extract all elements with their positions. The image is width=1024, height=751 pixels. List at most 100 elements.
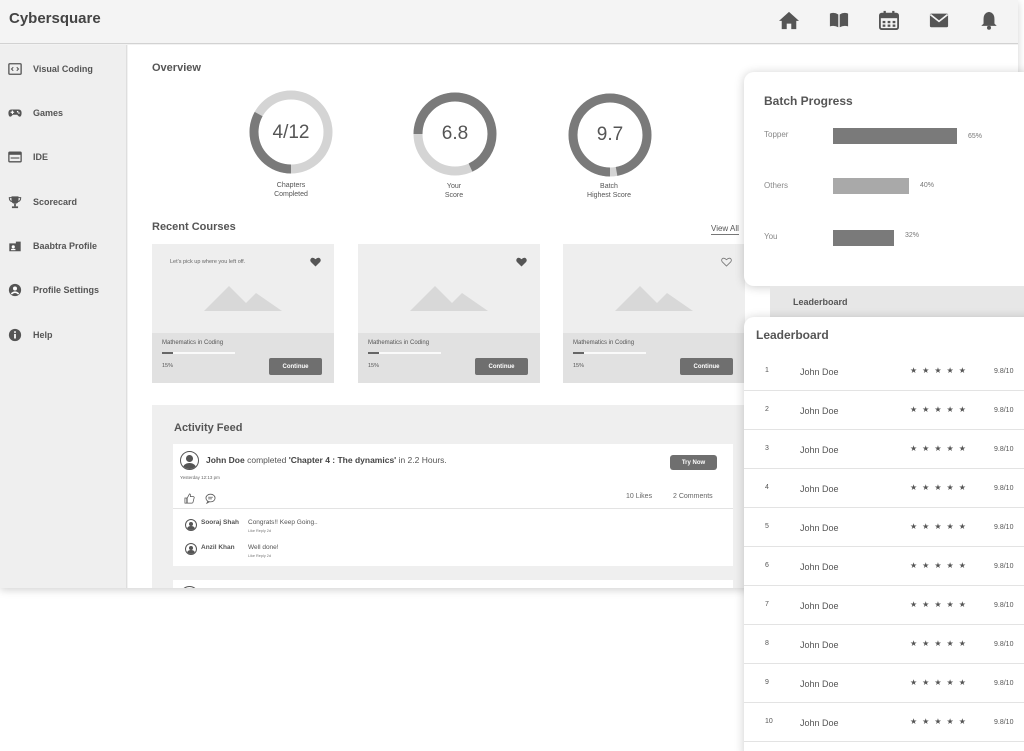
course-card[interactable]: Mathematics in Coding 15% Continue [358, 244, 540, 383]
progress-bar-topper [833, 128, 957, 144]
star-rating-icon: ★★★★★ [910, 639, 971, 648]
image-placeholder-icon [615, 286, 693, 311]
comment-author[interactable]: Anzil Khan [201, 544, 235, 551]
progress-label-topper: Topper [764, 130, 789, 139]
leaderboard-score: 9.8/10 [994, 563, 1014, 570]
app-title: Cybersquare [9, 10, 101, 27]
leaderboard-name: John Doe [800, 445, 839, 455]
leaderboard-rank: 9 [765, 679, 769, 686]
leaderboard-name: John Doe [800, 367, 839, 377]
progress-label-you: You [764, 232, 778, 241]
bell-icon[interactable] [978, 10, 1000, 30]
recent-courses-title: Recent Courses [152, 221, 236, 233]
sidebar-item-label: Visual Coding [33, 64, 93, 74]
progress-pct-you: 32% [905, 232, 920, 239]
info-icon [8, 328, 22, 342]
course-title: Mathematics in Coding [573, 340, 635, 346]
comment-icon[interactable] [205, 491, 216, 505]
leaderboard-row[interactable]: 2 John Doe ★★★★★ 9.8/10 [744, 391, 1024, 430]
image-placeholder-icon [204, 286, 282, 311]
leaderboard-name: John Doe [800, 562, 839, 572]
leaderboard-row[interactable]: 8 John Doe ★★★★★ 9.8/10 [744, 625, 1024, 664]
sidebar-item-baabtra-profile[interactable]: Baabtra Profile [0, 233, 127, 259]
continue-button[interactable]: Continue [475, 358, 528, 375]
leaderboard-score: 9.8/10 [994, 407, 1014, 414]
course-progress-bar [573, 352, 646, 354]
course-progress-percent: 15% [573, 363, 585, 369]
star-rating-icon: ★★★★★ [910, 678, 971, 687]
progress-bar-others [833, 178, 909, 194]
thumbs-up-icon[interactable] [184, 491, 195, 504]
course-card[interactable]: Mathematics in Coding 15% Continue [563, 244, 745, 383]
course-card-footer: Mathematics in Coding 15% Continue [152, 333, 334, 383]
comment-actions[interactable]: Like Reply 2d [248, 529, 271, 533]
comment-actions[interactable]: Like Reply 2d [248, 554, 271, 558]
sidebar-item-scorecard[interactable]: Scorecard [0, 189, 127, 215]
course-progress-fill [368, 352, 379, 354]
course-progress-percent: 15% [368, 363, 380, 369]
code-icon [8, 62, 22, 76]
heart-icon[interactable] [516, 254, 527, 267]
leaderboard-row[interactable]: 7 John Doe ★★★★★ 9.8/10 [744, 586, 1024, 625]
sidebar-item-label: Baabtra Profile [33, 241, 98, 251]
heart-icon[interactable] [310, 254, 321, 267]
sidebar-item-help[interactable]: Help [0, 322, 127, 348]
course-progress-fill [162, 352, 173, 354]
leaderboard-name: John Doe [800, 601, 839, 611]
leaderboard-name: John Doe [800, 523, 839, 533]
continue-button[interactable]: Continue [680, 358, 733, 375]
sidebar-item-label: Scorecard [33, 197, 78, 207]
leaderboard-rank: 2 [765, 406, 769, 413]
book-icon[interactable] [828, 10, 850, 30]
home-icon[interactable] [778, 10, 800, 30]
likes-count[interactable]: 10 Likes [626, 493, 652, 500]
continue-button[interactable]: Continue [269, 358, 322, 375]
view-all-link[interactable]: View All [711, 224, 739, 235]
course-progress-bar [162, 352, 235, 354]
gamepad-icon [8, 106, 22, 120]
activity-feed-title: Activity Feed [174, 422, 243, 434]
try-now-button[interactable]: Try Now [670, 455, 717, 470]
sidebar-item-profile-settings[interactable]: Profile Settings [0, 277, 127, 303]
comment-author[interactable]: Sooraj Shah [201, 519, 239, 526]
activity-post: John Doe completed 'Chapter 4 : The dyna… [173, 444, 733, 566]
course-card[interactable]: Let's pick up where you left off. Mathem… [152, 244, 334, 383]
leaderboard-row[interactable]: 5 John Doe ★★★★★ 9.8/10 [744, 508, 1024, 547]
window-icon [8, 150, 22, 164]
leaderboard-rank: 3 [765, 445, 769, 452]
post-user[interactable]: John Doe [206, 455, 245, 465]
course-progress-bar [368, 352, 441, 354]
leaderboard-row[interactable]: 9 John Doe ★★★★★ 9.8/10 [744, 664, 1024, 703]
sidebar-item-games[interactable]: Games [0, 100, 127, 126]
chapters-label: Chapters Completed [274, 182, 308, 198]
leaderboard-name: John Doe [800, 640, 839, 650]
course-progress-percent: 15% [162, 363, 174, 369]
avatar [180, 451, 199, 470]
leaderboard-score: 9.8/10 [994, 602, 1014, 609]
batch-progress-panel: Batch Progress Topper 65% Others 40% You… [744, 72, 1024, 286]
comments-count[interactable]: 2 Comments [673, 493, 713, 500]
leaderboard-row[interactable]: 10 John Doe ★★★★★ 9.8/10 [744, 703, 1024, 742]
avatar [180, 586, 199, 588]
star-rating-icon: ★★★★★ [910, 600, 971, 609]
star-rating-icon: ★★★★★ [910, 522, 971, 531]
leaderboard-tab-label: Leaderboard [793, 297, 848, 307]
heart-outline-icon[interactable] [721, 254, 732, 267]
calendar-icon[interactable] [878, 10, 900, 30]
leaderboard-row[interactable]: 6 John Doe ★★★★★ 9.8/10 [744, 547, 1024, 586]
mail-icon[interactable] [928, 10, 950, 30]
leaderboard-score: 9.8/10 [994, 719, 1014, 726]
leaderboard-row[interactable]: 4 John Doe ★★★★★ 9.8/10 [744, 469, 1024, 508]
post-verb: completed [247, 455, 287, 465]
score-label: Your Score [444, 183, 464, 199]
leaderboard-row[interactable]: 3 John Doe ★★★★★ 9.8/10 [744, 430, 1024, 469]
sidebar-item-ide[interactable]: IDE [0, 144, 127, 170]
leaderboard-tab[interactable]: Leaderboard [770, 286, 1024, 318]
leaderboard-row[interactable]: 1 John Doe ★★★★★ 9.8/10 [744, 352, 1024, 391]
star-rating-icon: ★★★★★ [910, 717, 971, 726]
post-suffix: in 2.2 Hours. [398, 455, 447, 465]
sidebar-item-visual-coding[interactable]: Visual Coding [0, 56, 127, 82]
progress-bar-you [833, 230, 894, 246]
avatar [185, 519, 197, 531]
batch-highest-label: Batch Highest Score [587, 183, 631, 199]
